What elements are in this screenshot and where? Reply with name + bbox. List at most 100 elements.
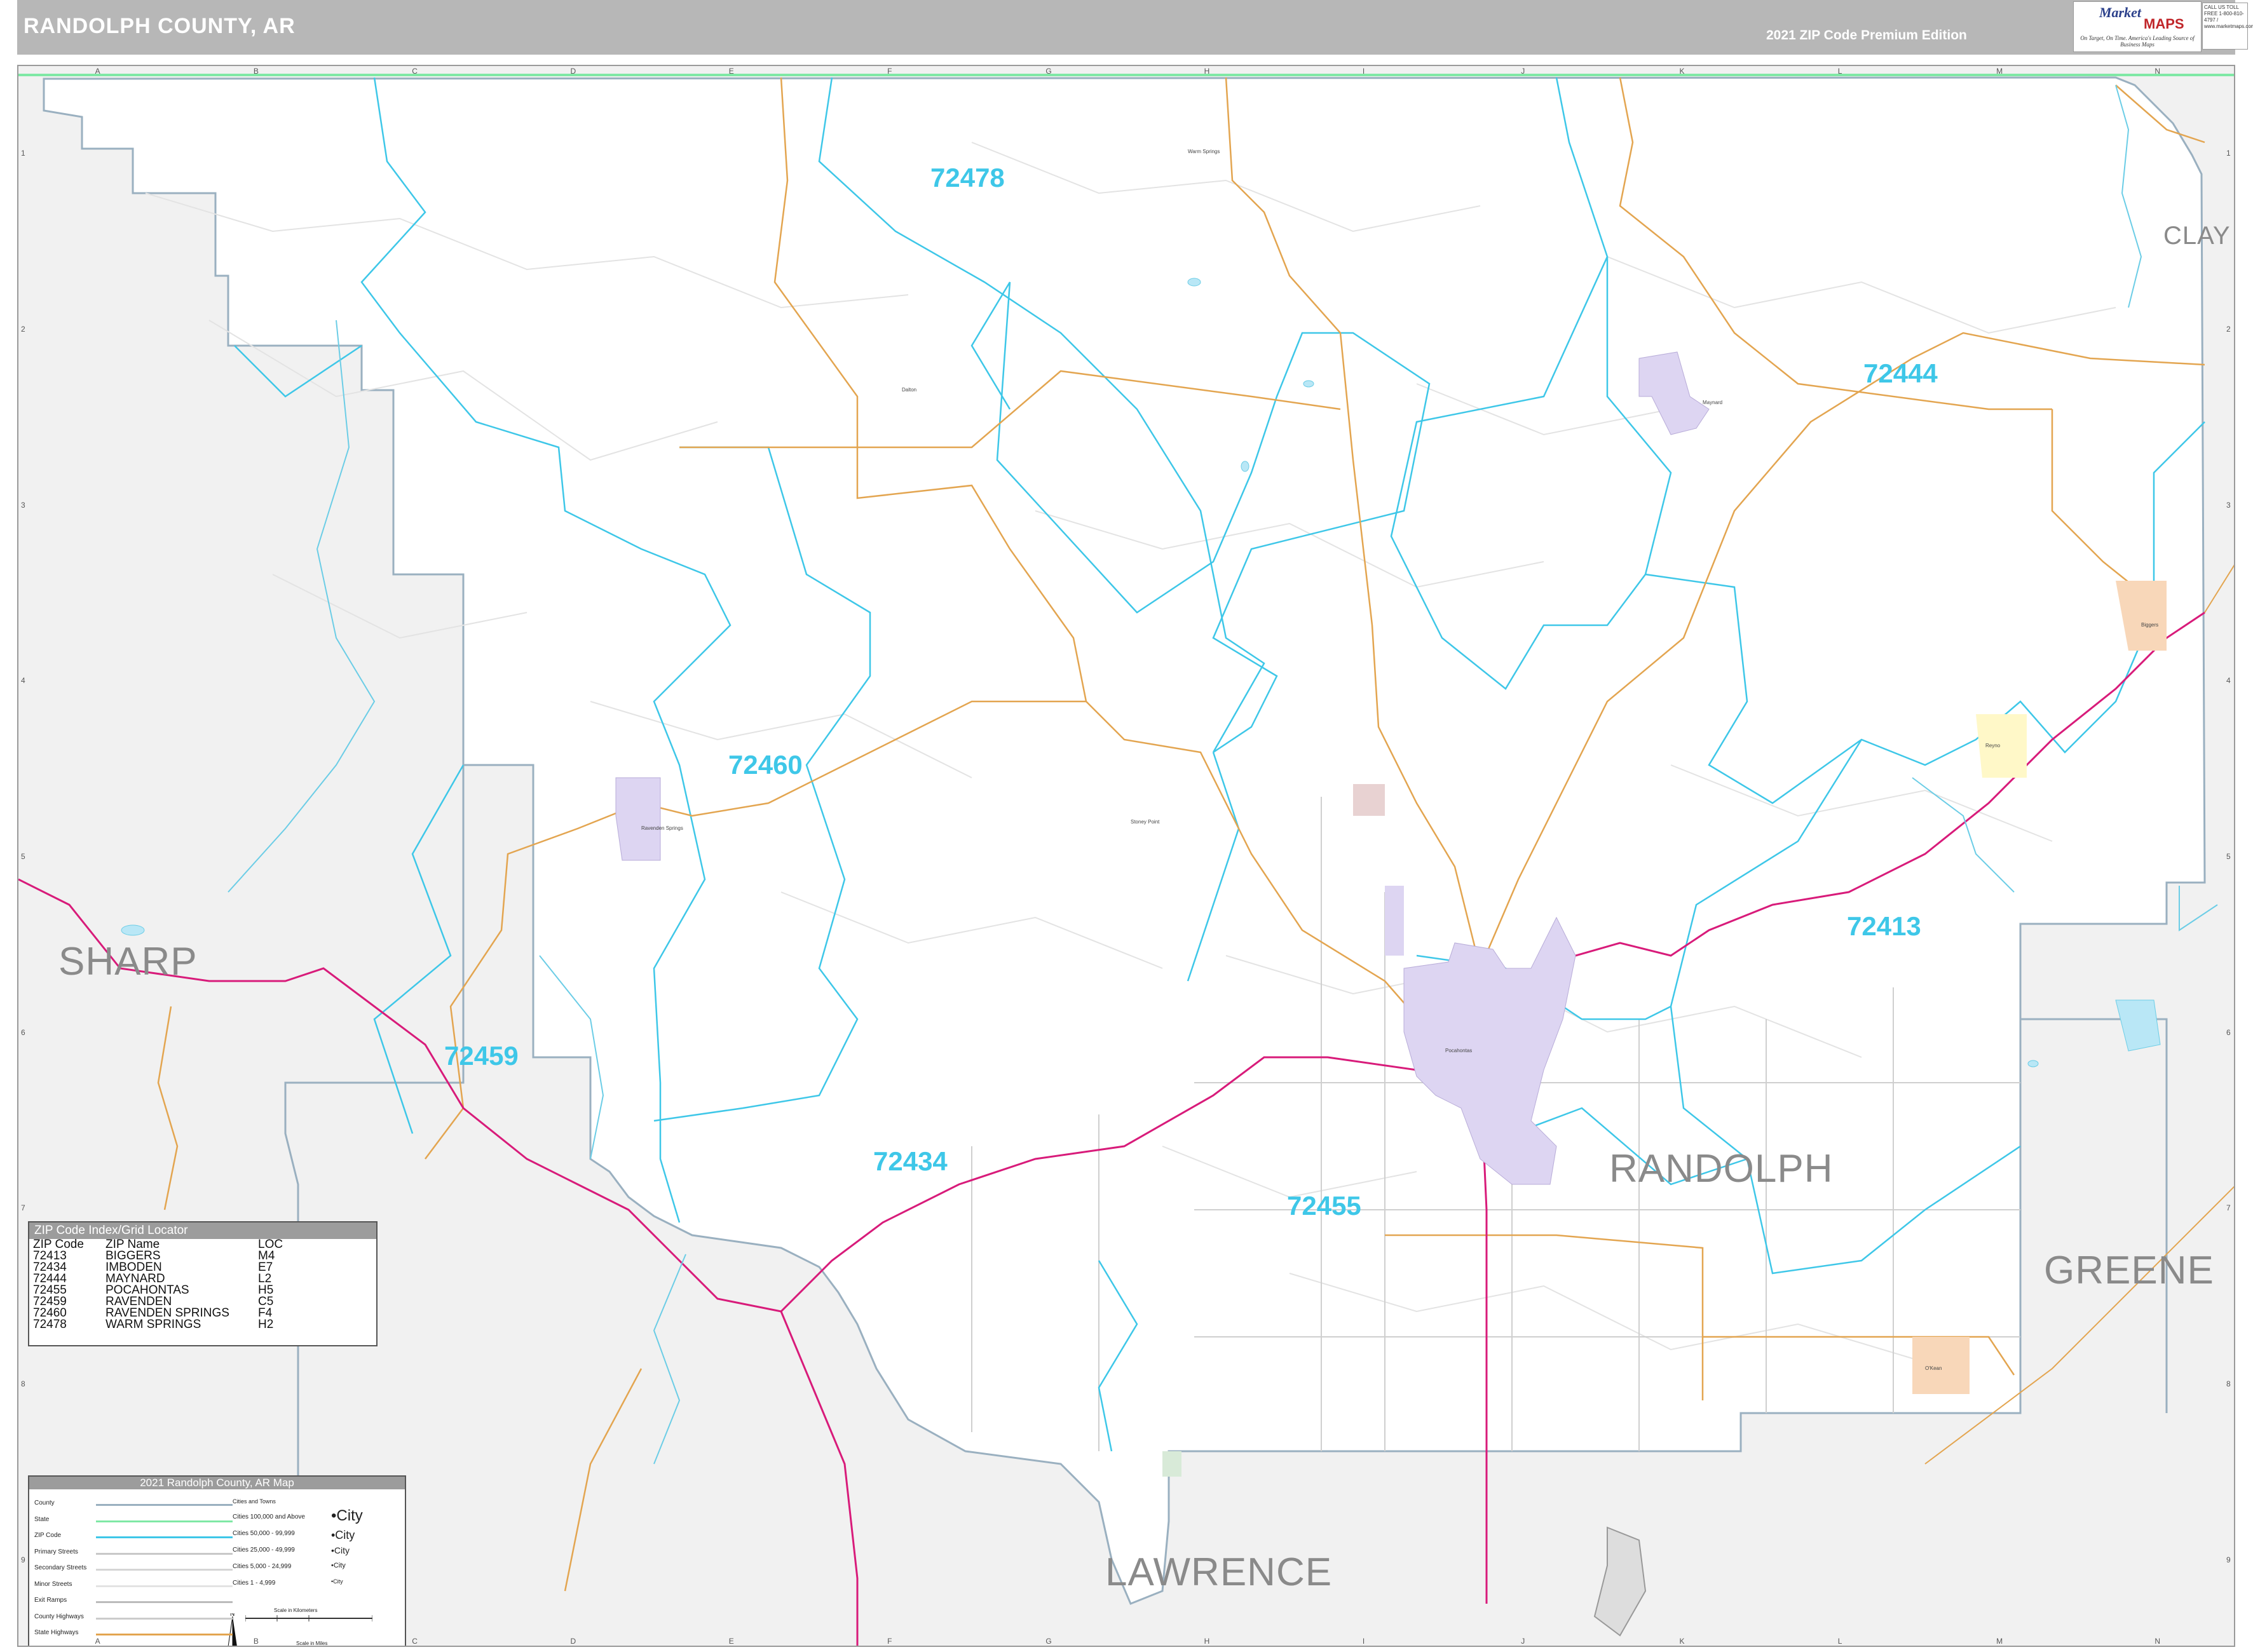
grid-letter-top: I — [1362, 67, 1365, 76]
legend-title: 2021 Randolph County, AR Map — [29, 1477, 405, 1489]
legend-item-swatch — [96, 1552, 233, 1555]
grid-letter-bottom: A — [95, 1637, 100, 1646]
zip-label-72478[interactable]: 72478 — [930, 163, 1005, 193]
grid-number-right: 5 — [2226, 852, 2231, 861]
grid-number-right: 7 — [2226, 1203, 2231, 1213]
county-map[interactable]: 72478 72444 72460 72413 72459 72434 7245… — [17, 65, 2235, 1647]
grid-letter-top: C — [412, 67, 418, 76]
grid-letter-bottom: I — [1362, 1637, 1365, 1646]
legend-city-range: Cities 100,000 and Above — [233, 1513, 305, 1520]
legend-item-swatch — [96, 1520, 233, 1522]
grid-letter-bottom: C — [412, 1637, 418, 1646]
grid-number-left: 8 — [21, 1379, 25, 1388]
grid-letter-bottom: N — [2154, 1637, 2161, 1646]
grid-number-right: 1 — [2226, 149, 2231, 158]
table-row[interactable]: 72478 WARM SPRINGS H2 — [33, 1318, 283, 1331]
grid-letter-top: L — [1837, 67, 1842, 76]
legend-item-swatch — [96, 1634, 233, 1635]
grid-letter-bottom: F — [887, 1637, 892, 1646]
county-label-clay: CLAY — [2163, 222, 2231, 250]
grid-letter-bottom: L — [1837, 1637, 1842, 1646]
grid-letter-top: J — [1521, 67, 1525, 76]
zip-index-title: ZIP Code Index/Grid Locator — [29, 1222, 376, 1239]
legend-item-label: County Highways — [34, 1613, 84, 1620]
zip-label-72413[interactable]: 72413 — [1847, 911, 1921, 942]
place-ravenden-springs: Ravenden Springs — [641, 825, 683, 831]
zip-label-72444[interactable]: 72444 — [1863, 358, 1938, 389]
grid-number-right: 6 — [2226, 1027, 2231, 1037]
grid-letter-top: G — [1045, 67, 1052, 76]
grid-letter-bottom: B — [253, 1637, 259, 1646]
place-warm-springs: Warm Springs — [1188, 149, 1220, 154]
contact-box: CALL US TOLL FREE 1-800-810-4797 / www.m… — [2202, 3, 2253, 50]
map-canvas — [18, 66, 2234, 1646]
grid-number-left: 1 — [21, 149, 25, 158]
county-label-lawrence: LAWRENCE — [1105, 1550, 1333, 1594]
legend-city-sample: •City — [331, 1529, 355, 1541]
zip-label-72434[interactable]: 72434 — [873, 1146, 948, 1177]
place-dalton: Dalton — [902, 387, 917, 393]
logo-word-maps: MAPS — [2144, 16, 2184, 32]
county-label-sharp: SHARP — [58, 940, 198, 984]
edition-label: 2021 ZIP Code Premium Edition — [1766, 28, 1967, 43]
market-maps-logo: Market MAPS On Target, On Time. America'… — [2073, 1, 2202, 52]
zip-index-table: ZIP Code ZIP Name LOC 72413 BIGGERS M4 724… — [33, 1238, 283, 1331]
zip-label-72455[interactable]: 72455 — [1287, 1191, 1361, 1221]
zip-loc-cell: H2 — [258, 1318, 274, 1331]
zip-code-cell: 72478 — [33, 1318, 67, 1331]
zip-index-panel: ZIP Code Index/Grid Locator ZIP Code ZIP… — [28, 1221, 378, 1346]
grid-letter-top: M — [1996, 67, 2003, 76]
legend-item-label: US Highways — [34, 1646, 72, 1648]
header-bar: RANDOLPH COUNTY, AR 2021 ZIP Code Premiu… — [17, 0, 2235, 55]
place-pocahontas: Pocahontas — [1445, 1048, 1473, 1053]
legend-city-header: Cities and Towns — [233, 1498, 276, 1505]
grid-number-left: 4 — [21, 676, 25, 686]
legend-item-label: Secondary Streets — [34, 1564, 87, 1571]
map-legend: 2021 Randolph County, AR Map Cities and … — [28, 1475, 406, 1648]
grid-letter-bottom: E — [728, 1637, 734, 1646]
city-area-small — [1353, 784, 1385, 816]
legend-item-label: Primary Streets — [34, 1548, 78, 1555]
grid-letter-top: B — [253, 67, 259, 76]
place-reyno: Reyno — [1985, 743, 2001, 748]
grid-letter-top: K — [1679, 67, 1685, 76]
legend-scale-mi: Scale in Miles — [296, 1641, 328, 1646]
grid-letter-bottom: K — [1679, 1637, 1685, 1646]
grid-number-left: 3 — [21, 500, 25, 510]
logo-tagline: On Target, On Time. America's Leading So… — [2080, 35, 2195, 48]
legend-scale-km: Scale in Kilometers — [274, 1608, 318, 1613]
legend-city-sample: •City — [331, 1507, 363, 1524]
city-area-lawrence — [1162, 1451, 1181, 1477]
legend-item-swatch — [96, 1569, 233, 1571]
grid-number-right: 9 — [2226, 1555, 2231, 1564]
grid-number-right: 8 — [2226, 1379, 2231, 1388]
zip-label-72460[interactable]: 72460 — [728, 750, 803, 780]
place-maynard: Maynard — [1703, 400, 1723, 405]
legend-item-label: ZIP Code — [34, 1532, 62, 1539]
grid-letter-bottom: H — [1204, 1637, 1210, 1646]
legend-item-swatch — [96, 1617, 233, 1620]
place-stoney-point: Stoney Point — [1131, 819, 1160, 825]
grid-number-right: 4 — [2226, 676, 2231, 686]
legend-item-swatch — [96, 1585, 233, 1587]
grid-number-left: 6 — [21, 1027, 25, 1037]
legend-item-swatch — [96, 1504, 233, 1506]
legend-city-range: Cities 50,000 - 99,999 — [233, 1530, 295, 1537]
zip-name-cell: WARM SPRINGS — [106, 1318, 201, 1331]
zip-label-72459[interactable]: 72459 — [444, 1041, 519, 1071]
grid-letter-bottom: M — [1996, 1637, 2003, 1646]
legend-city-range: Cities 5,000 - 24,999 — [233, 1563, 292, 1570]
logo-word-market: Market — [2099, 4, 2141, 20]
grid-letter-top: E — [728, 67, 734, 76]
grid-letter-bottom: G — [1045, 1637, 1052, 1646]
city-area-ravenden-springs — [615, 777, 661, 861]
grid-number-left: 7 — [21, 1203, 25, 1213]
grid-number-right: 2 — [2226, 325, 2231, 334]
grid-letter-bottom: J — [1521, 1637, 1525, 1646]
legend-item-label: State — [34, 1515, 50, 1523]
grid-number-left: 9 — [21, 1555, 25, 1564]
grid-letter-top: A — [95, 67, 100, 76]
legend-city-sample: •City — [331, 1578, 343, 1585]
legend-item-label: State Highways — [34, 1629, 79, 1636]
city-area-pocahontas-north — [1385, 886, 1404, 956]
